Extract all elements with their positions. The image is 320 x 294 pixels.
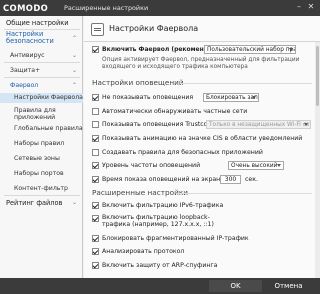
ok-button[interactable]: OK — [209, 280, 262, 292]
alert-frequency-select[interactable]: Очень высокий — [228, 161, 284, 170]
no-alerts-select[interactable]: Блокировать запросы — [203, 93, 259, 102]
sidebar-item-port-sets[interactable]: Наборы портов — [0, 170, 83, 177]
alerts-section-title: Настройки оповещений — [92, 78, 184, 87]
divider — [84, 41, 320, 42]
firewall-description: Опция активирует Фаервол, предназначенны… — [102, 57, 300, 71]
sidebar-item-label: Настройки безопасности — [6, 30, 54, 46]
firewall-mode-select[interactable]: Пользовательский набор правил — [204, 45, 296, 54]
sidebar-item-label: Наборы портов — [14, 170, 64, 177]
chevron-up-icon: ⌃ — [71, 35, 77, 42]
sidebar-item-label: Защита+ — [10, 67, 41, 74]
sidebar-item-rulesets[interactable]: Наборы правил — [0, 140, 83, 147]
chevron-down-icon: ⌄ — [71, 52, 77, 59]
sidebar-item-network-zones[interactable]: Сетевые зоны — [0, 155, 83, 162]
divider — [4, 77, 80, 78]
sidebar-item-firewall-settings[interactable]: Настройки Фаервола — [0, 93, 83, 103]
protocol-checkbox[interactable] — [92, 248, 99, 255]
sidebar-item-label: Правила для приложений — [14, 107, 56, 122]
no-alerts-checkbox[interactable] — [92, 94, 99, 101]
footer-bar: OK Отмена — [0, 278, 320, 294]
ipv6-label: Включить фильтрацию IPv6-трафика — [102, 202, 224, 209]
chevron-up-icon: ⌃ — [71, 82, 77, 89]
arp-label: Включить защиту от ARP-спуфинга — [102, 262, 218, 269]
enable-firewall-checkbox[interactable] — [92, 46, 99, 53]
sidebar-item-label: Глобальные правила — [14, 125, 83, 132]
cancel-button[interactable]: Отмена — [262, 280, 315, 292]
animation-checkbox[interactable] — [92, 135, 99, 142]
sidebar-item-label: Наборы правил — [14, 140, 65, 147]
chevron-down-icon: ⌄ — [71, 67, 77, 74]
alert-time-label: Время показа оповещений на экране: — [102, 176, 227, 183]
animation-label: Показывать анимацию на значке CIS в обла… — [102, 135, 303, 142]
alert-frequency-label: Уровень частоты оповещений — [102, 162, 201, 169]
loopback-checkbox[interactable] — [92, 215, 99, 222]
sidebar-item-defense[interactable]: Защита+ ⌄ — [0, 67, 83, 74]
sidebar-item-app-rules[interactable]: Правила для приложений — [0, 107, 83, 122]
alert-frequency-checkbox[interactable] — [92, 162, 99, 169]
arp-checkbox[interactable] — [92, 262, 99, 269]
sidebar-item-file-rating[interactable]: Рейтинг файлов ⌄ — [0, 199, 83, 207]
firewall-settings-icon — [91, 23, 104, 36]
divider — [4, 62, 80, 63]
sidebar-item-label: Общие настройки — [6, 19, 69, 27]
divider — [180, 83, 312, 84]
alert-time-checkbox[interactable] — [92, 176, 99, 183]
advanced-section-title: Расширенные настройки — [92, 188, 189, 197]
divider — [176, 193, 312, 194]
protocol-label: Анализировать протокол — [102, 248, 185, 255]
window-title: Расширенные настройки — [64, 4, 149, 12]
close-icon[interactable]: ✕ — [306, 2, 316, 12]
fragment-label: Блокировать фрагментированный IP-трафик — [102, 235, 249, 242]
fragment-checkbox[interactable] — [92, 235, 99, 242]
ipv6-checkbox[interactable] — [92, 202, 99, 209]
title-bar: COMODO Расширенные настройки – ✕ — [0, 0, 320, 16]
sidebar: Общие настройки Настройки безопасности ⌃ … — [0, 16, 83, 278]
sidebar-item-label: Контент-фильтр — [14, 185, 68, 192]
trustconnect-checkbox[interactable] — [92, 121, 99, 128]
scrollbar-thumb[interactable] — [316, 46, 319, 106]
sidebar-item-label: Антивирус — [10, 52, 45, 59]
sidebar-item-label: Фаервол — [10, 82, 39, 89]
alert-time-input[interactable]: 300 — [220, 175, 241, 184]
alert-time-unit: сек. — [245, 176, 258, 183]
auto-detect-label: Автоматически обнаруживать частные сети — [102, 108, 248, 115]
sidebar-item-general[interactable]: Общие настройки — [0, 19, 83, 27]
advanced-settings-window: COMODO Расширенные настройки – ✕ Общие н… — [0, 0, 320, 294]
settings-panel: Настройки Фаервола Включить Фаервол (рек… — [84, 16, 320, 278]
divider — [4, 195, 80, 196]
sidebar-item-label: Рейтинг файлов — [6, 199, 63, 207]
loopback-label: Включить фильтрацию loopback-трафика (на… — [102, 214, 214, 229]
auto-detect-checkbox[interactable] — [92, 108, 99, 115]
trustconnect-select[interactable]: Только в незащищенных Wi-Fi сетях — [206, 120, 311, 129]
sidebar-item-antivirus[interactable]: Антивирус ⌄ — [0, 52, 83, 59]
sidebar-item-firewall[interactable]: Фаервол ⌃ — [0, 82, 83, 89]
comodo-logo: COMODO — [3, 3, 49, 13]
sidebar-item-global-rules[interactable]: Глобальные правила — [0, 125, 83, 132]
sidebar-item-security[interactable]: Настройки безопасности ⌃ — [0, 30, 83, 46]
page-title: Настройки Фаервола — [109, 24, 199, 33]
sidebar-item-label: Сетевые зоны — [14, 155, 60, 162]
chevron-down-icon: ⌄ — [71, 199, 77, 206]
safe-rules-label: Создавать правила для безопасных приложе… — [102, 149, 263, 156]
no-alerts-label: Не показывать оповещения — [102, 94, 194, 101]
minimize-icon[interactable]: – — [294, 2, 304, 12]
safe-rules-checkbox[interactable] — [92, 149, 99, 156]
sidebar-item-label: Настройки Фаервола — [14, 94, 83, 101]
sidebar-item-content-filter[interactable]: Контент-фильтр — [0, 185, 83, 192]
